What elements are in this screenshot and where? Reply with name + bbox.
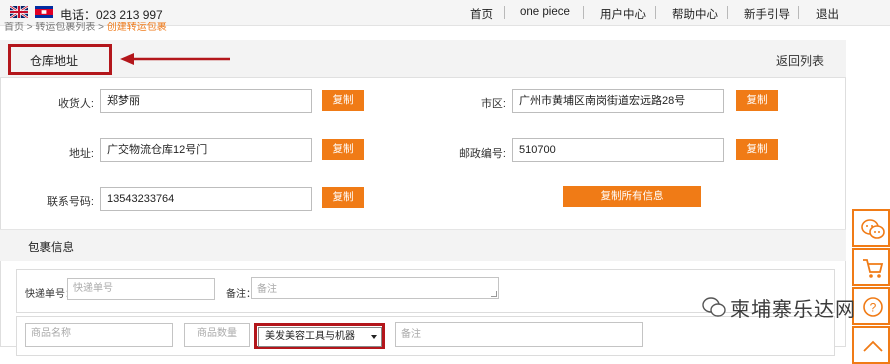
resize-handle[interactable]	[491, 291, 497, 297]
copy-postcode-button[interactable]: 复制	[736, 139, 778, 160]
nav-one-piece[interactable]: one piece	[520, 6, 570, 18]
copy-all-button[interactable]: 复制所有信息	[563, 186, 701, 207]
scroll-up-icon	[863, 340, 883, 352]
category-select[interactable]: 美发美容工具与机器	[258, 327, 382, 347]
remark-placeholder: 备注	[257, 284, 277, 295]
package-section-title: 包裹信息	[28, 242, 74, 254]
phone-field[interactable]: 13543233764	[100, 187, 312, 211]
remark-textarea[interactable]: 备注	[251, 277, 499, 299]
uk-flag-icon[interactable]	[10, 6, 28, 18]
back-to-list-link[interactable]: 返回列表	[776, 52, 824, 69]
breadcrumb-sep: >	[24, 22, 36, 33]
cart-button[interactable]	[852, 248, 890, 286]
nav-separator	[583, 6, 584, 19]
item-remark-textarea[interactable]: 备注	[395, 322, 643, 347]
copy-receiver-button[interactable]: 复制	[322, 90, 364, 111]
copy-city-button[interactable]: 复制	[736, 90, 778, 111]
arrow-annotation-icon	[120, 53, 230, 65]
postcode-field[interactable]: 510700	[512, 138, 724, 162]
phone-number: 电话：023 213 997	[60, 8, 163, 22]
copy-address-button[interactable]: 复制	[322, 139, 364, 160]
receiver-label: 收货人:	[57, 98, 94, 110]
help-button[interactable]: ?	[852, 287, 890, 325]
item-quantity-input[interactable]: 商品数量	[184, 323, 250, 347]
chevron-down-icon	[371, 335, 377, 339]
nav-help-center[interactable]: 帮助中心	[672, 6, 718, 22]
help-icon: ?	[863, 297, 883, 317]
wechat-button[interactable]	[852, 209, 890, 247]
breadcrumb-current: 创建转运包裹	[106, 22, 167, 33]
nav-separator	[798, 6, 799, 19]
breadcrumb-parent[interactable]: 转运包裹列表	[35, 22, 95, 33]
city-label: 市区:	[480, 98, 506, 110]
panel-title: 仓库地址	[30, 54, 79, 68]
postcode-label: 邮政编号:	[458, 148, 506, 160]
watermark-text: 柬埔寨乐达网	[730, 297, 856, 321]
phone-label: 联系号码:	[46, 196, 94, 208]
category-selected-value: 美发美容工具与机器	[265, 331, 355, 342]
address-field[interactable]: 广交物流仓库12号门	[100, 138, 312, 162]
nav-user-center[interactable]: 用户中心	[600, 6, 646, 22]
city-field[interactable]: 广州市黄埔区南岗街道宏远路28号	[512, 89, 724, 113]
copy-phone-button[interactable]: 复制	[322, 187, 364, 208]
nav-home[interactable]: 首页	[470, 6, 493, 22]
svg-text:?: ?	[870, 301, 877, 315]
breadcrumb-home[interactable]: 首页	[4, 22, 24, 33]
breadcrumb: 首页 > 转运包裹列表 > 创建转运包裹	[4, 22, 167, 34]
package-section-header	[0, 229, 846, 261]
receiver-field[interactable]: 郑梦丽	[100, 89, 312, 113]
address-label: 地址:	[68, 148, 94, 160]
nav-separator	[504, 6, 505, 19]
wechat-watermark-icon	[702, 297, 726, 317]
cambodia-flag-icon[interactable]	[35, 6, 53, 18]
scroll-up-button[interactable]	[852, 326, 890, 364]
nav-logout[interactable]: 退出	[816, 6, 839, 22]
item-name-input[interactable]: 商品名称	[25, 323, 173, 347]
item-remark-placeholder: 备注	[401, 329, 421, 340]
tracking-input[interactable]: 快递单号	[67, 278, 215, 300]
nav-beginner-guide[interactable]: 新手引导	[744, 6, 790, 22]
nav-separator	[727, 6, 728, 19]
breadcrumb-sep: >	[95, 22, 107, 33]
cart-icon	[863, 259, 884, 278]
wechat-icon	[861, 219, 885, 239]
nav-separator	[655, 6, 656, 19]
